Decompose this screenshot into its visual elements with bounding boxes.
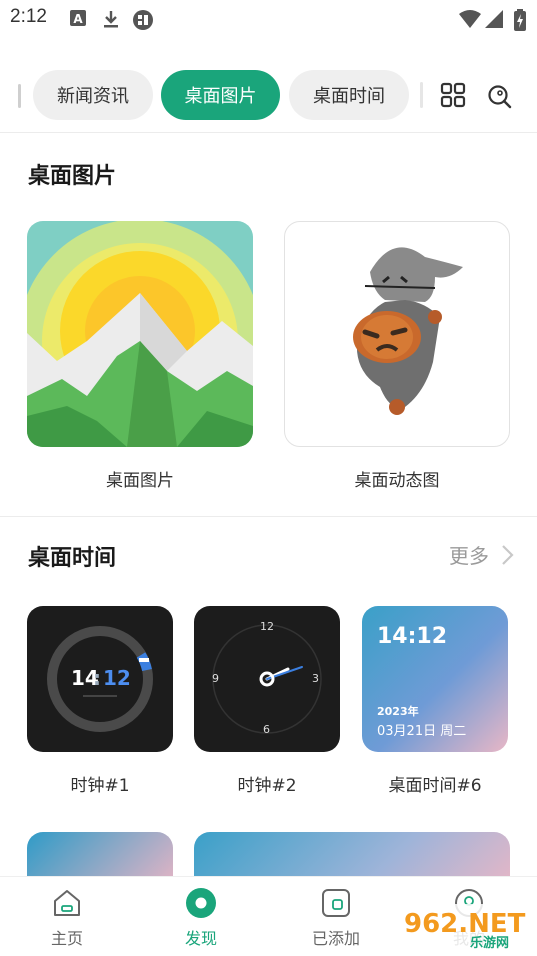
divider <box>0 516 537 517</box>
grid-icon <box>440 82 466 108</box>
clock-card-label: 时钟#2 <box>237 776 297 796</box>
app-notification-icon <box>132 9 154 35</box>
svg-text:A: A <box>73 12 83 26</box>
dial-3: 3 <box>312 672 319 685</box>
chevron-right-icon <box>502 544 514 565</box>
clock-card-label: 桌面时间#6 <box>388 776 482 796</box>
clock-card-2[interactable]: 12 3 6 9 <box>194 606 340 752</box>
picture-card-label: 桌面图片 <box>106 471 174 491</box>
added-icon <box>322 889 350 917</box>
clock-6-year: 2023年 <box>377 705 419 718</box>
picture-card-landscape[interactable] <box>27 221 253 447</box>
more-label: 更多 <box>449 544 489 568</box>
clock-1-colon: : <box>93 666 101 690</box>
nav-discover[interactable]: 发现 <box>161 887 241 949</box>
divider <box>0 132 537 133</box>
search-button[interactable] <box>486 82 514 110</box>
clock-card-1[interactable]: 14 : 12 <box>27 606 173 752</box>
tab-desktop-pictures[interactable]: 桌面图片 <box>161 70 280 120</box>
category-tabs: 新闻资讯 桌面图片 桌面时间 <box>0 70 537 122</box>
tab-news[interactable]: 新闻资讯 <box>33 70 153 120</box>
grid-view-button[interactable] <box>440 82 466 108</box>
picture-card-label: 桌面动态图 <box>354 471 440 491</box>
tab-desktop-time[interactable]: 桌面时间 <box>289 70 409 120</box>
keyboard-a-icon: A <box>69 9 87 31</box>
nav-discover-label: 发现 <box>184 929 217 948</box>
watermark-text: 962.NET <box>404 909 526 939</box>
clock-card-6[interactable]: 14:12 2023年 03月21日 周二 <box>362 606 508 752</box>
watermark-sub: 乐游网 <box>470 935 509 951</box>
dial-6: 6 <box>263 723 270 736</box>
clock-1-minute: 12 <box>103 666 131 690</box>
status-time: 2:12 <box>10 6 47 27</box>
nav-added-label: 已添加 <box>311 929 360 948</box>
picture-card-animated[interactable] <box>284 221 510 447</box>
battery-icon <box>514 9 526 35</box>
clock-6-time: 14:12 <box>377 624 448 649</box>
discover-icon <box>186 888 216 918</box>
tab-scroll-edge <box>18 84 21 108</box>
dial-9: 9 <box>212 672 219 685</box>
site-watermark-logo: 962.NET 乐游网 <box>398 902 532 952</box>
clock-6-date: 03月21日 周二 <box>377 724 467 739</box>
mountain-sun-image <box>27 221 253 447</box>
ghost-pumpkin-image <box>353 247 463 415</box>
dial-12: 12 <box>260 620 274 633</box>
more-link[interactable]: 更多 <box>449 540 517 569</box>
tab-divider <box>420 82 423 108</box>
status-bar: 2:12 A <box>0 0 537 38</box>
nav-home-label: 主页 <box>50 929 83 948</box>
nav-added[interactable]: 已添加 <box>296 887 376 949</box>
wifi-icon <box>458 9 482 33</box>
download-icon <box>101 9 121 33</box>
clock-card-label: 时钟#1 <box>70 776 130 796</box>
search-icon <box>488 85 512 109</box>
section-title-pictures: 桌面图片 <box>28 164 117 189</box>
cellular-signal-icon <box>484 9 504 33</box>
section-title-time: 桌面时间 <box>28 546 117 571</box>
home-icon <box>54 890 80 916</box>
nav-home[interactable]: 主页 <box>27 887 107 949</box>
